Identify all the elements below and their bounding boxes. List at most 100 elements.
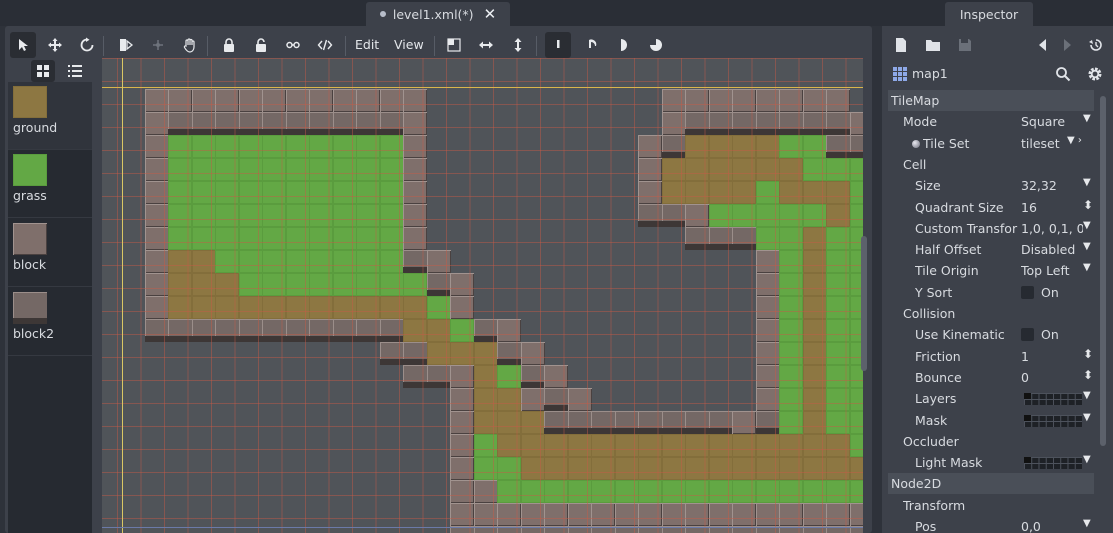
group-button[interactable] (280, 32, 306, 58)
chevron-down-icon[interactable]: ▼ (1083, 113, 1091, 124)
grass-tile (779, 296, 803, 319)
tile-item-block2[interactable]: block2 (8, 288, 92, 356)
search-icon[interactable] (1055, 66, 1071, 82)
layer-bits-grid[interactable] (1024, 393, 1082, 406)
grass-tile (285, 135, 310, 158)
tab-level1[interactable]: level1.xml(*) ✕ (366, 2, 510, 26)
back-button[interactable] (1032, 34, 1054, 56)
grass-tile (262, 158, 286, 181)
spin-arrows-icon[interactable]: ⬍ (1083, 198, 1093, 212)
spin-arrows-icon[interactable]: ⬍ (1083, 368, 1093, 382)
property-row[interactable]: Tile Set tileset ▼ › (888, 133, 1094, 154)
grass-tile (826, 342, 850, 365)
rotate-0-button[interactable] (545, 32, 571, 58)
property-row[interactable]: Use Kinematic On (888, 324, 1094, 345)
layer-bit-on[interactable] (1024, 393, 1031, 400)
tilemap-viewport[interactable] (102, 58, 863, 533)
grass-tile (826, 227, 850, 250)
script-button[interactable] (312, 32, 338, 58)
layer-bit-on[interactable] (1024, 457, 1031, 464)
property-row[interactable]: Mask ▼ (888, 410, 1094, 431)
chevron-down-icon[interactable]: ▼ (1083, 454, 1091, 465)
property-value[interactable]: 1,0, 0,1, 0,0 (1021, 221, 1083, 236)
mirror-y-button[interactable] (505, 32, 531, 58)
gear-icon[interactable] (1087, 66, 1103, 82)
edit-menu[interactable]: Edit (355, 37, 379, 52)
property-value[interactable]: Top Left (1021, 263, 1083, 278)
property-label: Quadrant Size (915, 199, 1004, 215)
chevron-down-icon[interactable]: ▼ (1083, 518, 1091, 529)
move-tool-button[interactable] (42, 32, 68, 58)
rotate-270-button[interactable] (643, 32, 669, 58)
snap-button[interactable] (145, 32, 171, 58)
save-resource-button[interactable] (954, 34, 976, 56)
chevron-down-icon[interactable]: ▼ (1083, 241, 1091, 252)
property-value[interactable]: 0 (1021, 370, 1083, 385)
property-row[interactable]: Quadrant Size 16 ⬍ (888, 197, 1094, 218)
tile-list[interactable]: ground grass block block2 (8, 82, 92, 533)
resource-menu-icon[interactable]: ▼ › (1067, 135, 1082, 146)
property-row[interactable]: Mode Square ▼ (888, 111, 1094, 132)
checkbox[interactable] (1021, 285, 1034, 299)
inspector-scrollbar[interactable] (1100, 96, 1106, 446)
ground-tile (755, 135, 780, 158)
block-tile (473, 503, 498, 526)
list-mode-button[interactable] (63, 60, 87, 82)
property-value[interactable]: 0,0 (1021, 519, 1083, 533)
property-row[interactable]: Y Sort On (888, 282, 1094, 303)
property-row[interactable]: Light Mask ▼ (888, 452, 1094, 473)
lock-button[interactable] (216, 32, 242, 58)
edit-pivot-button[interactable] (113, 32, 139, 58)
mirror-x-button[interactable] (473, 32, 499, 58)
forward-button[interactable] (1056, 34, 1078, 56)
property-row[interactable]: Friction 1 ⬍ (888, 346, 1094, 367)
rotate-180-button[interactable] (611, 32, 637, 58)
property-row[interactable]: Custom Transfor1,0, 0,1, 0,0▼ (888, 218, 1094, 239)
tile-item-ground[interactable]: ground (8, 82, 92, 150)
pan-tool-button[interactable] (177, 32, 203, 58)
history-button[interactable] (1085, 34, 1107, 56)
thumbnail-mode-button[interactable] (31, 60, 55, 82)
select-tool-button[interactable] (10, 32, 36, 58)
ground-tile (356, 296, 380, 319)
property-value[interactable]: Square (1021, 114, 1083, 129)
open-resource-button[interactable] (922, 34, 944, 56)
chevron-down-icon[interactable]: ▼ (1083, 412, 1091, 423)
property-row[interactable]: Bounce 0 ⬍ (888, 367, 1094, 388)
property-value[interactable]: 1 (1021, 349, 1083, 364)
rotate-90-button[interactable] (579, 32, 605, 58)
grass-tile (285, 227, 310, 250)
tile-item-grass[interactable]: grass (8, 150, 92, 218)
block-tile (638, 181, 662, 204)
property-row[interactable]: Tile Origin Top Left ▼ (888, 260, 1094, 281)
layer-bit-on[interactable] (1024, 414, 1031, 421)
chevron-down-icon[interactable]: ▼ (1083, 390, 1091, 401)
close-icon[interactable]: ✕ (484, 5, 497, 23)
checkbox[interactable] (1021, 328, 1034, 342)
viewport-scrollbar[interactable] (861, 236, 867, 371)
view-menu[interactable]: View (394, 37, 424, 52)
property-row[interactable]: Size 32,32 ▼ (888, 175, 1094, 196)
property-value[interactable]: 32,32 (1021, 178, 1083, 193)
chevron-down-icon[interactable]: ▼ (1083, 262, 1091, 273)
grass-tile (285, 250, 310, 273)
list-icon (68, 65, 82, 77)
spin-arrows-icon[interactable]: ⬍ (1083, 347, 1093, 361)
layer-bits-grid[interactable] (1024, 414, 1082, 427)
property-value[interactable]: 16 (1021, 200, 1083, 215)
rotate-tool-button[interactable] (74, 32, 100, 58)
tile-item-block[interactable]: block (8, 219, 92, 287)
grass-tile (779, 250, 803, 273)
property-value[interactable]: Disabled (1021, 242, 1083, 257)
chevron-down-icon[interactable]: ▼ (1083, 220, 1091, 231)
property-row[interactable]: Layers ▼ (888, 388, 1094, 409)
unlock-button[interactable] (248, 32, 274, 58)
layer-bits-grid[interactable] (1024, 457, 1082, 470)
property-row[interactable]: Half Offset Disabled ▼ (888, 239, 1094, 260)
tab-inspector[interactable]: Inspector (945, 2, 1033, 26)
property-row[interactable]: Pos 0,0 ▼ (888, 516, 1094, 533)
transpose-button[interactable] (441, 32, 467, 58)
new-resource-button[interactable] (890, 34, 912, 56)
property-value[interactable]: tileset (1021, 136, 1067, 151)
chevron-down-icon[interactable]: ▼ (1083, 177, 1091, 188)
